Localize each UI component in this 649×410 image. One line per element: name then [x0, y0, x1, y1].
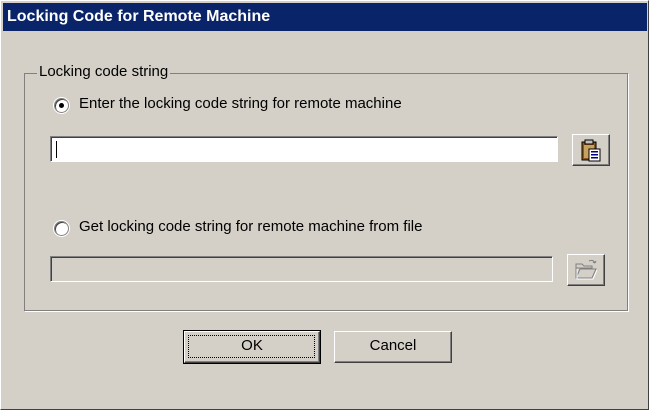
radio-enter-string[interactable]: [54, 98, 69, 113]
focus-rectangle: [188, 335, 315, 358]
radio-enter-string-label[interactable]: Enter the locking code string for remote…: [79, 95, 402, 112]
browse-file-button[interactable]: [567, 254, 605, 286]
radio-from-file-label[interactable]: Get locking code string for remote machi…: [79, 218, 422, 235]
clipboard-paste-icon: [581, 139, 601, 162]
radio-selected-dot: [59, 103, 64, 108]
title-bar[interactable]: Locking Code for Remote Machine: [3, 3, 647, 31]
cancel-button[interactable]: Cancel: [334, 331, 452, 363]
file-path-input[interactable]: [50, 256, 553, 282]
paste-button[interactable]: [572, 134, 610, 166]
locking-code-input[interactable]: [50, 136, 558, 162]
open-folder-icon: [575, 259, 598, 280]
radio-from-file[interactable]: [54, 221, 69, 236]
dialog-title: Locking Code for Remote Machine: [7, 8, 271, 25]
ok-button[interactable]: OK: [183, 330, 321, 364]
text-caret: [56, 141, 57, 158]
groupbox-label: Locking code string: [37, 63, 171, 80]
dialog-window: Locking Code for Remote Machine Locking …: [0, 0, 649, 410]
